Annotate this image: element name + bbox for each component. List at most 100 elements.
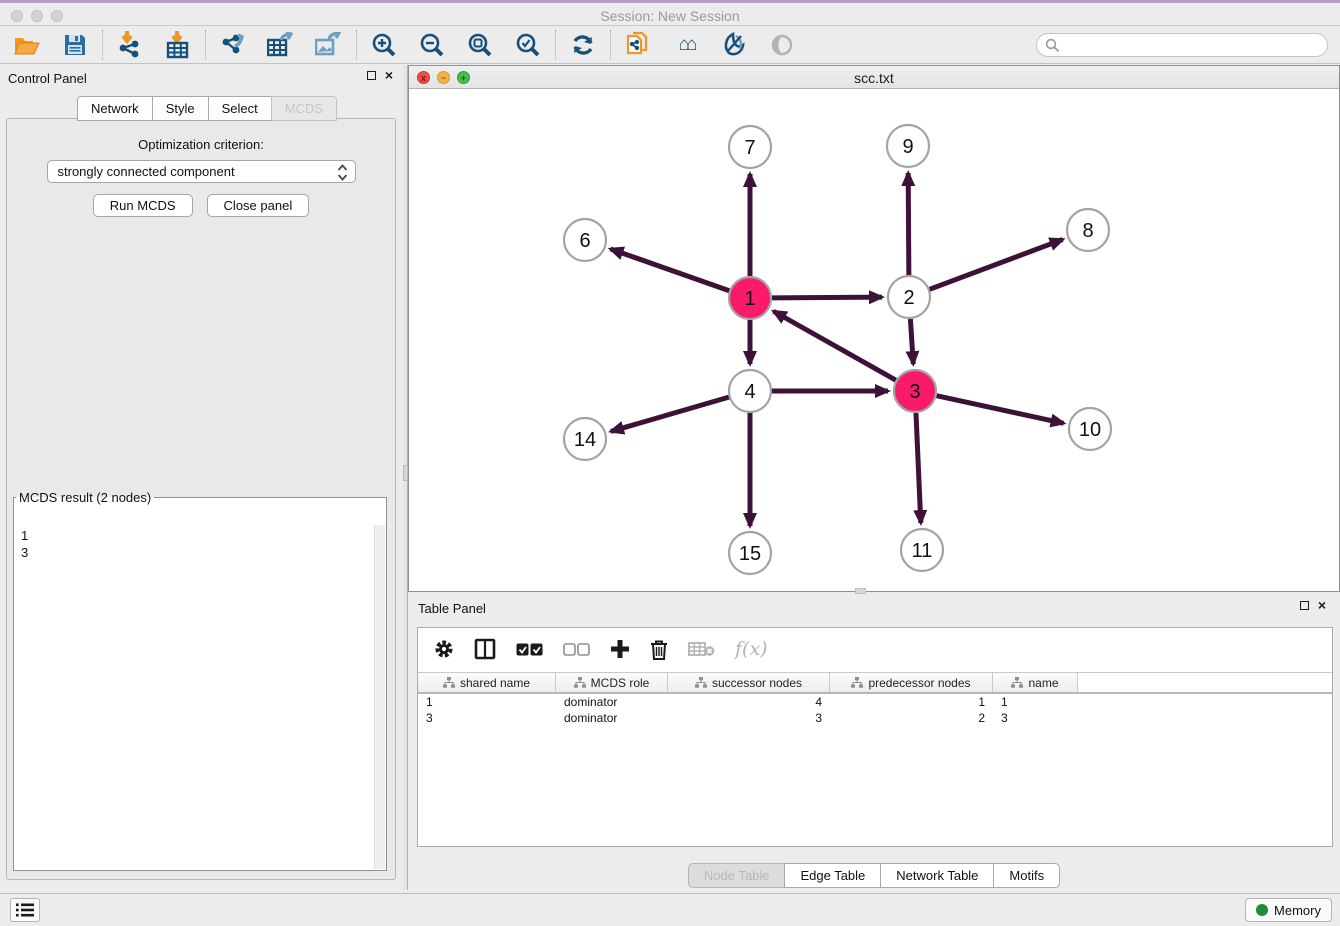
graph-node-label: 4 <box>744 381 755 403</box>
criterion-select[interactable]: strongly connected component <box>47 160 356 183</box>
result-line: 3 <box>21 544 374 561</box>
table-cell[interactable]: 1 <box>830 695 993 709</box>
column-header-MCDS-role[interactable]: MCDS role <box>556 673 668 692</box>
tab-node-table[interactable]: Node Table <box>688 863 786 888</box>
delete-row-icon[interactable] <box>650 639 668 660</box>
graph-edge-4-14[interactable] <box>611 397 729 431</box>
select-stepper-icon <box>337 164 348 184</box>
column-header-label: MCDS role <box>591 676 650 690</box>
app-title: Session: New Session <box>0 8 1340 24</box>
network-window-titlebar[interactable]: x − + scc.txt <box>409 66 1339 89</box>
export-table-icon[interactable] <box>266 30 296 60</box>
float-table-panel-icon[interactable] <box>1300 601 1309 610</box>
columns-icon[interactable] <box>474 638 496 660</box>
tab-edge-table[interactable]: Edge Table <box>784 863 881 888</box>
zoom-fit-icon[interactable] <box>465 30 495 60</box>
table-panel: Table Panel × <box>408 595 1340 890</box>
toolbar-separator <box>555 30 556 60</box>
graph-edge-3-10[interactable] <box>936 396 1063 424</box>
export-image-icon[interactable] <box>314 30 344 60</box>
graph-node-label: 7 <box>744 137 755 159</box>
table-header-row: shared name MCDS role successor nodes prede… <box>418 672 1332 694</box>
graph-edge-2-9[interactable] <box>908 173 909 275</box>
column-header-name[interactable]: name <box>993 673 1078 692</box>
select-all-icon[interactable] <box>516 643 543 656</box>
open-session-icon[interactable] <box>12 30 42 60</box>
table-cell[interactable]: 1 <box>418 695 556 709</box>
table-cell[interactable]: 3 <box>993 711 1078 725</box>
table-row[interactable]: 3dominator323 <box>418 710 1332 726</box>
zoom-in-icon[interactable] <box>369 30 399 60</box>
delete-table-icon <box>688 641 715 657</box>
graph-edge-1-2[interactable] <box>772 297 882 298</box>
search-icon <box>1045 38 1060 53</box>
optimization-criterion-label: Optimization criterion: <box>7 137 395 152</box>
table-cell[interactable]: 2 <box>830 711 993 725</box>
graph-node-label: 10 <box>1079 419 1101 441</box>
close-table-panel-icon[interactable]: × <box>1318 601 1326 610</box>
tab-mcds[interactable]: MCDS <box>271 96 337 121</box>
application-window: Session: New Session <box>0 0 1340 926</box>
zoom-selected-icon[interactable] <box>513 30 543 60</box>
add-row-icon[interactable] <box>610 639 630 659</box>
first-neighbors-icon[interactable]: ⌂⌂ <box>671 30 701 60</box>
tab-network-table[interactable]: Network Table <box>880 863 994 888</box>
graph-node-label: 14 <box>574 429 596 451</box>
mcds-result-fieldset: MCDS result (2 nodes) 13 <box>13 490 387 871</box>
tab-select[interactable]: Select <box>208 96 272 121</box>
column-header-predecessor-nodes[interactable]: predecessor nodes <box>830 673 993 692</box>
search-input[interactable] <box>1060 35 1327 55</box>
control-panel-tabs: NetworkStyleSelectMCDS <box>77 96 337 121</box>
network-canvas[interactable]: 7968124314101511 <box>409 89 1339 591</box>
table-panel-tabs: Node TableEdge TableNetwork TableMotifs <box>408 863 1340 888</box>
task-history-button[interactable] <box>10 898 40 922</box>
graph-edge-2-3[interactable] <box>910 319 913 364</box>
graph-edge-3-1[interactable] <box>774 311 896 380</box>
column-header-shared-name[interactable]: shared name <box>418 673 556 692</box>
graph-node-label: 9 <box>902 136 913 158</box>
clone-network-icon[interactable] <box>623 30 653 60</box>
deselect-all-icon[interactable] <box>563 643 590 656</box>
graph-node-label: 6 <box>579 230 590 252</box>
settings-gear-icon[interactable] <box>434 639 454 659</box>
close-panel-button[interactable]: Close panel <box>207 194 310 217</box>
run-mcds-button[interactable]: Run MCDS <box>93 194 193 217</box>
style-brush-icon[interactable] <box>719 30 749 60</box>
import-network-icon[interactable] <box>115 30 145 60</box>
toolbar-separator <box>356 30 357 60</box>
graph-node-label: 2 <box>903 287 914 309</box>
import-table-icon[interactable] <box>163 30 193 60</box>
column-header-label: predecessor nodes <box>868 676 970 690</box>
float-panel-icon[interactable] <box>367 71 376 80</box>
table-cell[interactable]: 3 <box>668 711 830 725</box>
result-scrollbar[interactable] <box>374 525 385 869</box>
graph-edge-1-6[interactable] <box>610 249 729 291</box>
table-row[interactable]: 1dominator411 <box>418 694 1332 710</box>
show-hide-icon[interactable] <box>767 30 797 60</box>
control-panel-title: Control Panel <box>8 71 87 86</box>
tab-motifs[interactable]: Motifs <box>993 863 1060 888</box>
save-session-icon[interactable] <box>60 30 90 60</box>
apply-layout-icon[interactable] <box>568 30 598 60</box>
table-cell[interactable]: 4 <box>668 695 830 709</box>
horizontal-splitter-grip[interactable] <box>855 588 866 594</box>
table-cell[interactable]: 3 <box>418 711 556 725</box>
search-field[interactable] <box>1036 33 1328 57</box>
table-cell[interactable]: dominator <box>556 695 668 709</box>
network-graph[interactable]: 7968124314101511 <box>409 89 1337 591</box>
control-panel: Control Panel × NetworkStyleSelectMCDS O… <box>0 65 403 890</box>
tab-network[interactable]: Network <box>77 96 153 121</box>
graph-edge-3-11[interactable] <box>916 413 921 523</box>
mcds-result-list[interactable]: 13 <box>15 525 374 869</box>
tab-style[interactable]: Style <box>152 96 209 121</box>
table-cell[interactable]: 1 <box>993 695 1078 709</box>
graph-edge-2-8[interactable] <box>930 239 1063 289</box>
result-line: 1 <box>21 527 374 544</box>
column-header-successor-nodes[interactable]: successor nodes <box>668 673 830 692</box>
node-table: shared name MCDS role successor nodes prede… <box>418 672 1332 726</box>
export-network-icon[interactable] <box>218 30 248 60</box>
table-cell[interactable]: dominator <box>556 711 668 725</box>
zoom-out-icon[interactable] <box>417 30 447 60</box>
memory-button[interactable]: Memory <box>1245 898 1332 922</box>
close-panel-icon[interactable]: × <box>385 71 393 80</box>
